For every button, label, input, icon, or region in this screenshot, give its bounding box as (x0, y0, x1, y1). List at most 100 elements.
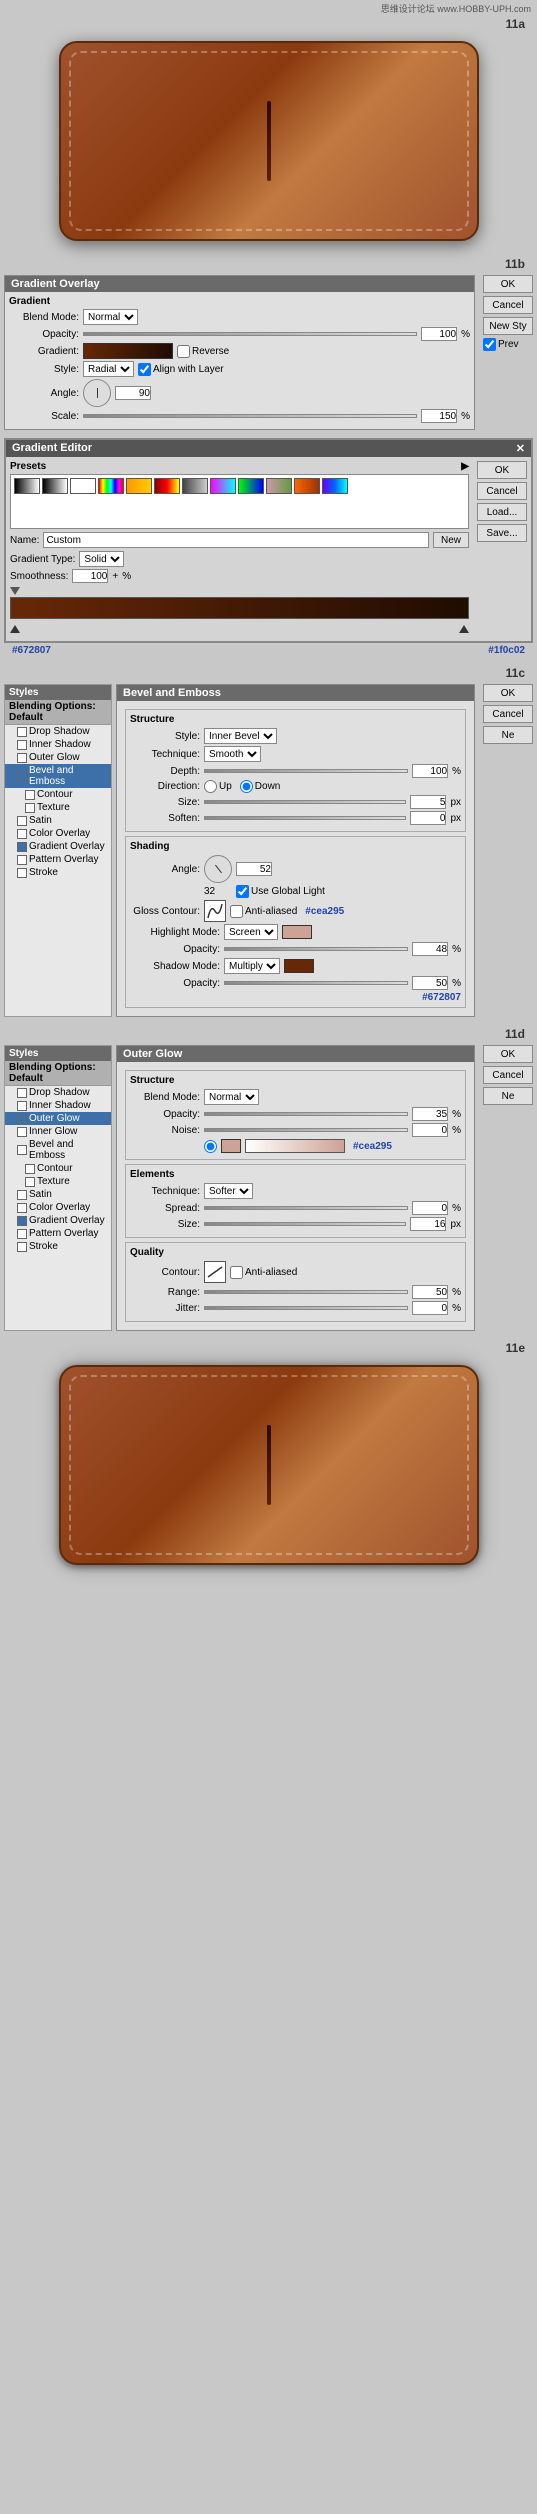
styles-item-contour-og[interactable]: Contour (5, 1162, 111, 1175)
pattern-overlay-checkbox-og[interactable] (17, 1229, 27, 1239)
satin-checkbox-og[interactable] (17, 1190, 27, 1200)
style-select[interactable]: Radial (83, 361, 134, 377)
gradient-overlay-checkbox-bevel[interactable] (17, 842, 27, 852)
preset-swatch-9[interactable] (238, 478, 264, 494)
styles-item-outer-glow-active[interactable]: Outer Glow (5, 1112, 111, 1125)
soften-slider[interactable] (204, 816, 406, 820)
contour-checkbox-og[interactable] (25, 1164, 35, 1174)
gradient-cancel-button[interactable]: Cancel (477, 482, 527, 500)
styles-item-gradient-overlay-og[interactable]: Gradient Overlay (5, 1214, 111, 1227)
shadow-mode-select[interactable]: Multiply (224, 958, 280, 974)
highlight-mode-select[interactable]: Screen (224, 924, 278, 940)
styles-item-drop-shadow-og[interactable]: Drop Shadow (5, 1086, 111, 1099)
preset-swatch-12[interactable] (322, 478, 348, 494)
og-noise-slider[interactable] (204, 1128, 408, 1132)
highlight-opacity-input[interactable] (412, 942, 448, 956)
angle-dial[interactable] (83, 379, 111, 407)
angle-input[interactable] (115, 386, 151, 400)
og-ok-button[interactable]: OK (483, 1045, 533, 1063)
direction-down-radio[interactable] (240, 780, 253, 793)
depth-input[interactable] (412, 764, 448, 778)
direction-up-radio[interactable] (204, 780, 217, 793)
highlight-opacity-slider[interactable] (224, 947, 408, 951)
styles-item-stroke-og[interactable]: Stroke (5, 1240, 111, 1253)
cancel-button[interactable]: Cancel (483, 296, 533, 314)
styles-item-bevel-emboss[interactable]: Bevel and Emboss (5, 764, 111, 788)
anti-aliased-checkbox[interactable] (230, 905, 243, 918)
styles-item-drop-shadow-bevel[interactable]: Drop Shadow (5, 725, 111, 738)
outer-glow-checkbox-bevel[interactable] (17, 753, 27, 763)
direction-up[interactable]: Up (204, 780, 232, 793)
preset-swatch-3[interactable] (70, 478, 96, 494)
texture-checkbox-og[interactable] (25, 1177, 35, 1187)
opacity-input[interactable]: 100 (421, 327, 457, 341)
inner-shadow-checkbox-og[interactable] (17, 1101, 27, 1111)
depth-slider[interactable] (204, 769, 408, 773)
preset-swatch-10[interactable] (266, 478, 292, 494)
og-noise-input[interactable] (412, 1123, 448, 1137)
be-new-button[interactable]: Ne (483, 726, 533, 744)
contour-thumbnail[interactable] (204, 900, 226, 922)
preset-swatch-6[interactable] (154, 478, 180, 494)
styles-item-inner-shadow-bevel[interactable]: Inner Shadow (5, 738, 111, 751)
gradient-overlay-checkbox-og[interactable] (17, 1216, 27, 1226)
styles-item-texture-og[interactable]: Texture (5, 1175, 111, 1188)
og-color-swatch[interactable] (221, 1139, 241, 1153)
bevel-emboss-checkbox[interactable] (17, 771, 27, 781)
styles-item-pattern-overlay-bevel[interactable]: Pattern Overlay (5, 853, 111, 866)
styles-item-gradient-overlay-bevel[interactable]: Gradient Overlay (5, 840, 111, 853)
stroke-checkbox-og[interactable] (17, 1242, 27, 1252)
color-overlay-checkbox-bevel[interactable] (17, 829, 27, 839)
reverse-checkbox[interactable] (177, 345, 190, 358)
styles-item-stroke-bevel[interactable]: Stroke (5, 866, 111, 879)
new-gradient-button[interactable]: New (433, 532, 469, 548)
styles-item-satin-bevel[interactable]: Satin (5, 814, 111, 827)
og-opacity-slider[interactable] (204, 1112, 408, 1116)
og-gradient-swatch[interactable] (245, 1139, 345, 1153)
direction-down[interactable]: Down (240, 780, 281, 793)
og-spread-input[interactable] (412, 1201, 448, 1215)
soften-input[interactable] (410, 811, 446, 825)
color-overlay-checkbox-og[interactable] (17, 1203, 27, 1213)
scale-input[interactable] (421, 409, 457, 423)
pattern-overlay-checkbox-bevel[interactable] (17, 855, 27, 865)
bevel-checkbox-og[interactable] (17, 1145, 27, 1155)
shadow-swatch[interactable] (284, 959, 314, 973)
og-range-slider[interactable] (204, 1290, 408, 1294)
styles-item-contour-bevel[interactable]: Contour (5, 788, 111, 801)
size-slider[interactable] (204, 800, 406, 804)
styles-item-color-overlay-bevel[interactable]: Color Overlay (5, 827, 111, 840)
align-layer-checkbox[interactable] (138, 363, 151, 376)
og-size-input[interactable] (410, 1217, 446, 1231)
og-jitter-slider[interactable] (204, 1306, 408, 1310)
styles-item-bevel-og[interactable]: Bevel and Emboss (5, 1138, 111, 1162)
preset-swatch-1[interactable] (14, 478, 40, 494)
og-anti-aliased-checkbox[interactable] (230, 1266, 243, 1279)
og-new-button[interactable]: Ne (483, 1087, 533, 1105)
preset-swatch-5[interactable] (126, 478, 152, 494)
satin-checkbox-bevel[interactable] (17, 816, 27, 826)
gradient-name-input[interactable]: Custom (43, 532, 429, 548)
size-input[interactable] (410, 795, 446, 809)
global-light-checkbox[interactable] (236, 885, 249, 898)
gradient-load-button[interactable]: Load... (477, 503, 527, 521)
shadow-opacity-slider[interactable] (224, 981, 408, 985)
og-contour-thumbnail[interactable] (204, 1261, 226, 1283)
og-range-input[interactable] (412, 1285, 448, 1299)
be-ok-button[interactable]: OK (483, 684, 533, 702)
new-style-button[interactable]: New Sty (483, 317, 533, 335)
gradient-save-button[interactable]: Save... (477, 524, 527, 542)
outer-glow-checkbox-og[interactable] (17, 1114, 27, 1124)
styles-item-inner-shadow-og[interactable]: Inner Shadow (5, 1099, 111, 1112)
styles-item-texture-bevel[interactable]: Texture (5, 801, 111, 814)
shadow-opacity-input[interactable] (412, 976, 448, 990)
be-technique-select[interactable]: Smooth (204, 746, 261, 762)
styles-item-satin-og[interactable]: Satin (5, 1188, 111, 1201)
preview-checkbox[interactable] (483, 338, 496, 351)
smoothness-input[interactable] (72, 569, 108, 583)
preset-swatch-8[interactable] (210, 478, 236, 494)
preset-swatch-7[interactable] (182, 478, 208, 494)
gradient-swatch[interactable] (83, 343, 173, 359)
texture-checkbox-bevel[interactable] (25, 803, 35, 813)
contour-checkbox-bevel[interactable] (25, 790, 35, 800)
